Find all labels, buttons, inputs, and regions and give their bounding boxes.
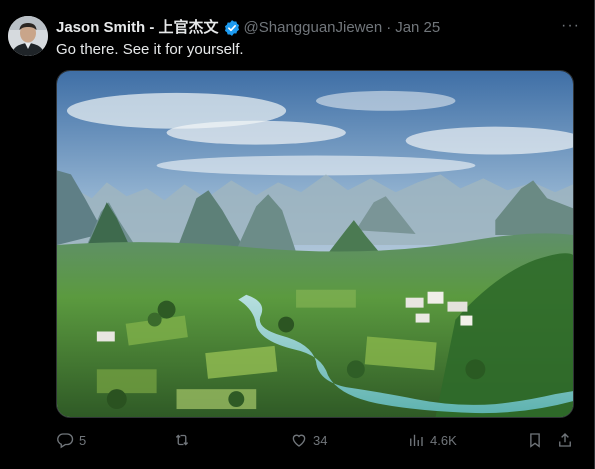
retweet-button[interactable] xyxy=(173,428,196,452)
more-options-icon[interactable]: ··· xyxy=(561,17,580,35)
reply-icon xyxy=(57,433,74,449)
reply-count: 5 xyxy=(79,432,87,448)
retweet-icon xyxy=(175,434,189,446)
share-button[interactable] xyxy=(556,428,574,452)
tweet-text: Go there. See it for yourself. xyxy=(56,41,244,58)
like-count: 34 xyxy=(313,432,328,448)
share-icon xyxy=(559,433,571,447)
display-name[interactable]: Jason Smith - 上官杰文 xyxy=(56,18,219,38)
tweet-photo[interactable] xyxy=(56,70,574,418)
views-count: 4.6K xyxy=(430,432,457,448)
separator-dot: · xyxy=(386,19,392,36)
views-button[interactable]: 4.6K xyxy=(407,428,457,452)
tweet[interactable]: Jason Smith - 上官杰文 @ShangguanJiewen · Ja… xyxy=(0,0,595,469)
bookmark-icon xyxy=(530,433,540,448)
heart-icon xyxy=(292,434,306,447)
bookmark-button[interactable] xyxy=(526,428,544,452)
tweet-date[interactable]: Jan 25 xyxy=(395,18,440,38)
tweet-header: Jason Smith - 上官杰文 @ShangguanJiewen · Ja… xyxy=(56,18,554,38)
karst-landscape-image xyxy=(57,71,573,417)
verified-badge-icon xyxy=(224,20,239,36)
like-button[interactable]: 34 xyxy=(290,428,327,452)
tweet-actions: 5 34 4.6K xyxy=(56,428,578,452)
user-handle[interactable]: @ShangguanJiewen xyxy=(244,18,383,38)
views-icon xyxy=(410,434,423,446)
reply-button[interactable]: 5 xyxy=(56,428,86,452)
avatar[interactable] xyxy=(8,16,48,56)
